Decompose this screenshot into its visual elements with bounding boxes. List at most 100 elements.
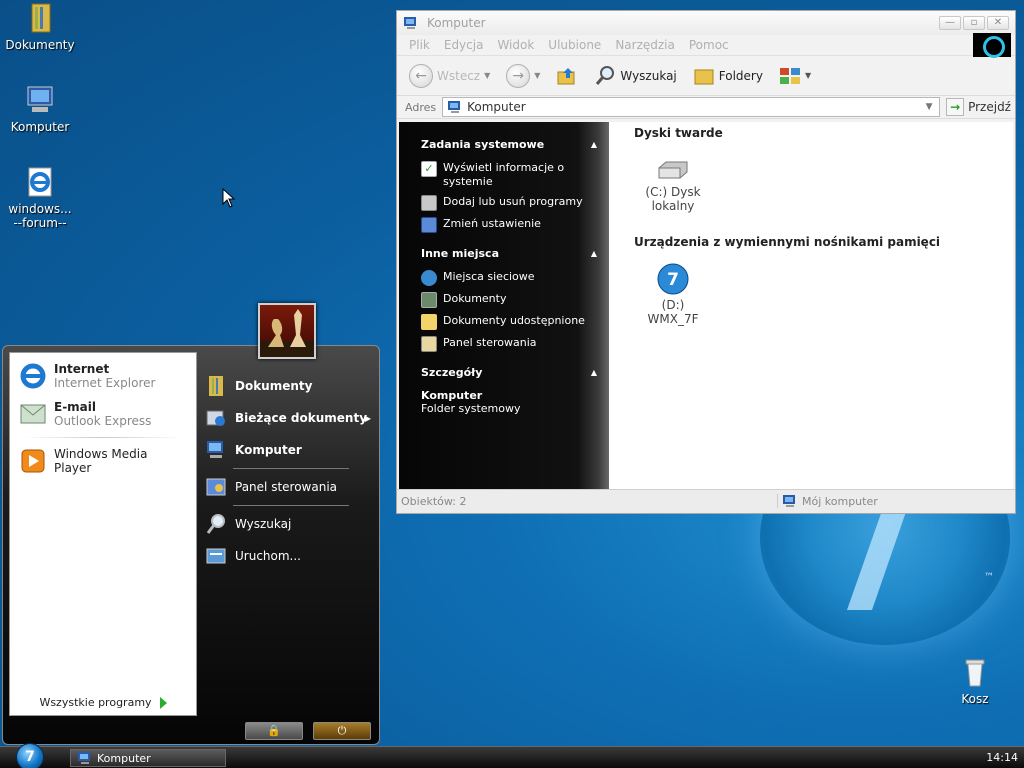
computer-icon (22, 84, 58, 118)
task-label: Panel sterowania (443, 336, 537, 349)
task-item[interactable]: ✓ Wyświetl informacje o systemie (421, 161, 597, 189)
drive-c[interactable]: (C:) Dysk lokalny (638, 158, 708, 213)
go-arrow-icon: → (946, 98, 965, 116)
user-avatar[interactable] (258, 303, 316, 359)
section-title: Szczegóły (421, 366, 483, 379)
start-item-computer[interactable]: Komputer (203, 434, 379, 466)
start-item-label: Panel sterowania (235, 480, 337, 494)
back-button[interactable]: ← Wstecz ▼ (409, 63, 490, 88)
desktop-icon-ie-shortcut[interactable]: windows... --forum-- (0, 166, 80, 230)
up-folder-button[interactable] (556, 66, 578, 86)
window-titlebar[interactable]: Komputer — ▫ ✕ (397, 11, 1015, 35)
pinned-email[interactable]: E-mail Outlook Express (10, 395, 196, 433)
start-item-label: Bieżące dokumenty (235, 411, 368, 425)
window-content: Zadania systemowe ▲ ✓ Wyświetl informacj… (399, 122, 1013, 489)
all-programs-button[interactable]: Wszystkie programy (10, 696, 196, 709)
taskbar: 7 Komputer 14:14 (0, 743, 1024, 768)
menu-favorites[interactable]: Ulubione (548, 38, 601, 52)
section-header[interactable]: Inne miejsca ▲ (421, 247, 597, 260)
start-menu-programs: Internet Internet Explorer E-mail Outloo… (9, 352, 197, 716)
divider (233, 468, 349, 469)
drive-label-line2: WMX_7F (647, 312, 699, 326)
section-title: Zadania systemowe (421, 138, 545, 151)
menu-file[interactable]: Plik (409, 38, 430, 52)
task-item[interactable]: Dokumenty (421, 292, 597, 308)
details-name: Komputer (421, 389, 483, 402)
go-button[interactable]: → Przejdź (946, 98, 1011, 116)
start-item-recent-documents[interactable]: Bieżące dokumenty ▶ (203, 402, 379, 434)
back-label: Wstecz (437, 68, 481, 83)
menu-help[interactable]: Pomoc (689, 38, 729, 52)
search-label: Wyszukaj (620, 68, 677, 83)
clock: 14:14 (986, 751, 1018, 764)
lock-button[interactable]: 🔒 (245, 722, 303, 740)
documents-icon (421, 292, 437, 308)
taskbar-window-label: Komputer (97, 751, 151, 765)
task-item[interactable]: Dodaj lub usuń programy (421, 195, 597, 211)
views-button[interactable]: ▼ (779, 66, 811, 86)
menu-edit[interactable]: Edycja (444, 38, 484, 52)
desktop-icon-label: Komputer (10, 120, 70, 134)
drive-label-line1: (D:) (661, 298, 685, 312)
section-header[interactable]: Szczegóły ▲ (421, 366, 597, 379)
close-button[interactable]: ✕ (987, 16, 1009, 30)
disc-badge: 7 (667, 270, 679, 290)
drive-d[interactable]: 7 (D:) WMX_7F (638, 263, 708, 326)
computer-icon (78, 752, 90, 764)
status-location: Mój komputer (777, 494, 878, 508)
menu-tools[interactable]: Narzędzia (615, 38, 675, 52)
collapse-icon[interactable]: ▲ (591, 140, 597, 149)
section-header[interactable]: Zadania systemowe ▲ (421, 138, 597, 151)
chevron-down-icon[interactable]: ▼ (921, 99, 937, 115)
start-item-search[interactable]: Wyszukaj (203, 508, 379, 540)
search-button[interactable]: Wyszukaj (594, 65, 677, 87)
status-location-label: Mój komputer (802, 494, 878, 508)
group-header-removable: Urządzenia z wymiennymi nośnikami pamięc… (634, 235, 941, 249)
desktop-icon-computer[interactable]: Komputer (0, 84, 80, 134)
desktop-icon-documents[interactable]: Dokumenty (0, 2, 80, 52)
computer-icon (448, 101, 461, 113)
folders-button[interactable]: Foldery (693, 66, 763, 86)
file-pane: Dyski twarde (C:) Dysk lokalny Urządzeni… (609, 122, 1013, 489)
start-button[interactable]: 7 (16, 743, 44, 768)
run-icon (206, 548, 226, 564)
power-button[interactable]: ⏻ (313, 722, 371, 740)
task-section-details: Szczegóły ▲ Komputer Folder systemowy (399, 366, 609, 415)
recent-media-player[interactable]: Windows Media Player (10, 442, 196, 480)
address-bar: Adres Komputer ▼ → Przejdź (397, 95, 1015, 119)
task-pane: Zadania systemowe ▲ ✓ Wyświetl informacj… (399, 122, 609, 489)
desktop-icon-recycle-bin[interactable]: Kosz (935, 656, 1015, 706)
pinned-subtitle: Outlook Express (54, 414, 152, 428)
mouse-cursor-icon (222, 188, 236, 208)
forward-button[interactable]: → ▼ (506, 63, 540, 88)
start-item-run[interactable]: Uruchom... (203, 540, 379, 572)
pinned-title: Internet (54, 362, 110, 376)
restore-button[interactable]: ▫ (963, 16, 985, 30)
settings-icon (421, 217, 437, 233)
hard-drive-icon (658, 161, 688, 179)
collapse-icon[interactable]: ▲ (591, 368, 597, 377)
toolbar: ← Wstecz ▼ → ▼ Wyszukaj Foldery ▼ (397, 55, 1015, 95)
task-item[interactable]: Miejsca sieciowe (421, 270, 597, 286)
media-player-icon (18, 446, 48, 476)
task-item[interactable]: Panel sterowania (421, 336, 597, 352)
address-label: Adres (405, 100, 437, 114)
chevron-down-icon[interactable]: ▼ (534, 71, 540, 80)
programs-icon (421, 195, 437, 211)
internet-explorer-icon (18, 361, 48, 391)
minimize-button[interactable]: — (939, 16, 961, 30)
taskbar-window-button[interactable]: Komputer (70, 749, 226, 767)
address-input[interactable]: Komputer ▼ (442, 97, 941, 117)
pinned-internet[interactable]: Internet Internet Explorer (10, 357, 196, 395)
start-item-documents[interactable]: Dokumenty (203, 370, 379, 402)
go-label: Przejdź (968, 100, 1011, 114)
start-item-control-panel[interactable]: Panel sterowania (203, 471, 379, 503)
arrow-right-icon (159, 697, 167, 709)
start-item-label: Komputer (235, 443, 302, 457)
collapse-icon[interactable]: ▲ (591, 249, 597, 258)
section-title: Inne miejsca (421, 247, 499, 260)
chevron-down-icon[interactable]: ▼ (484, 71, 490, 80)
task-item[interactable]: Dokumenty udostępnione (421, 314, 597, 330)
task-item[interactable]: Zmień ustawienie (421, 217, 597, 233)
menu-view[interactable]: Widok (497, 38, 534, 52)
